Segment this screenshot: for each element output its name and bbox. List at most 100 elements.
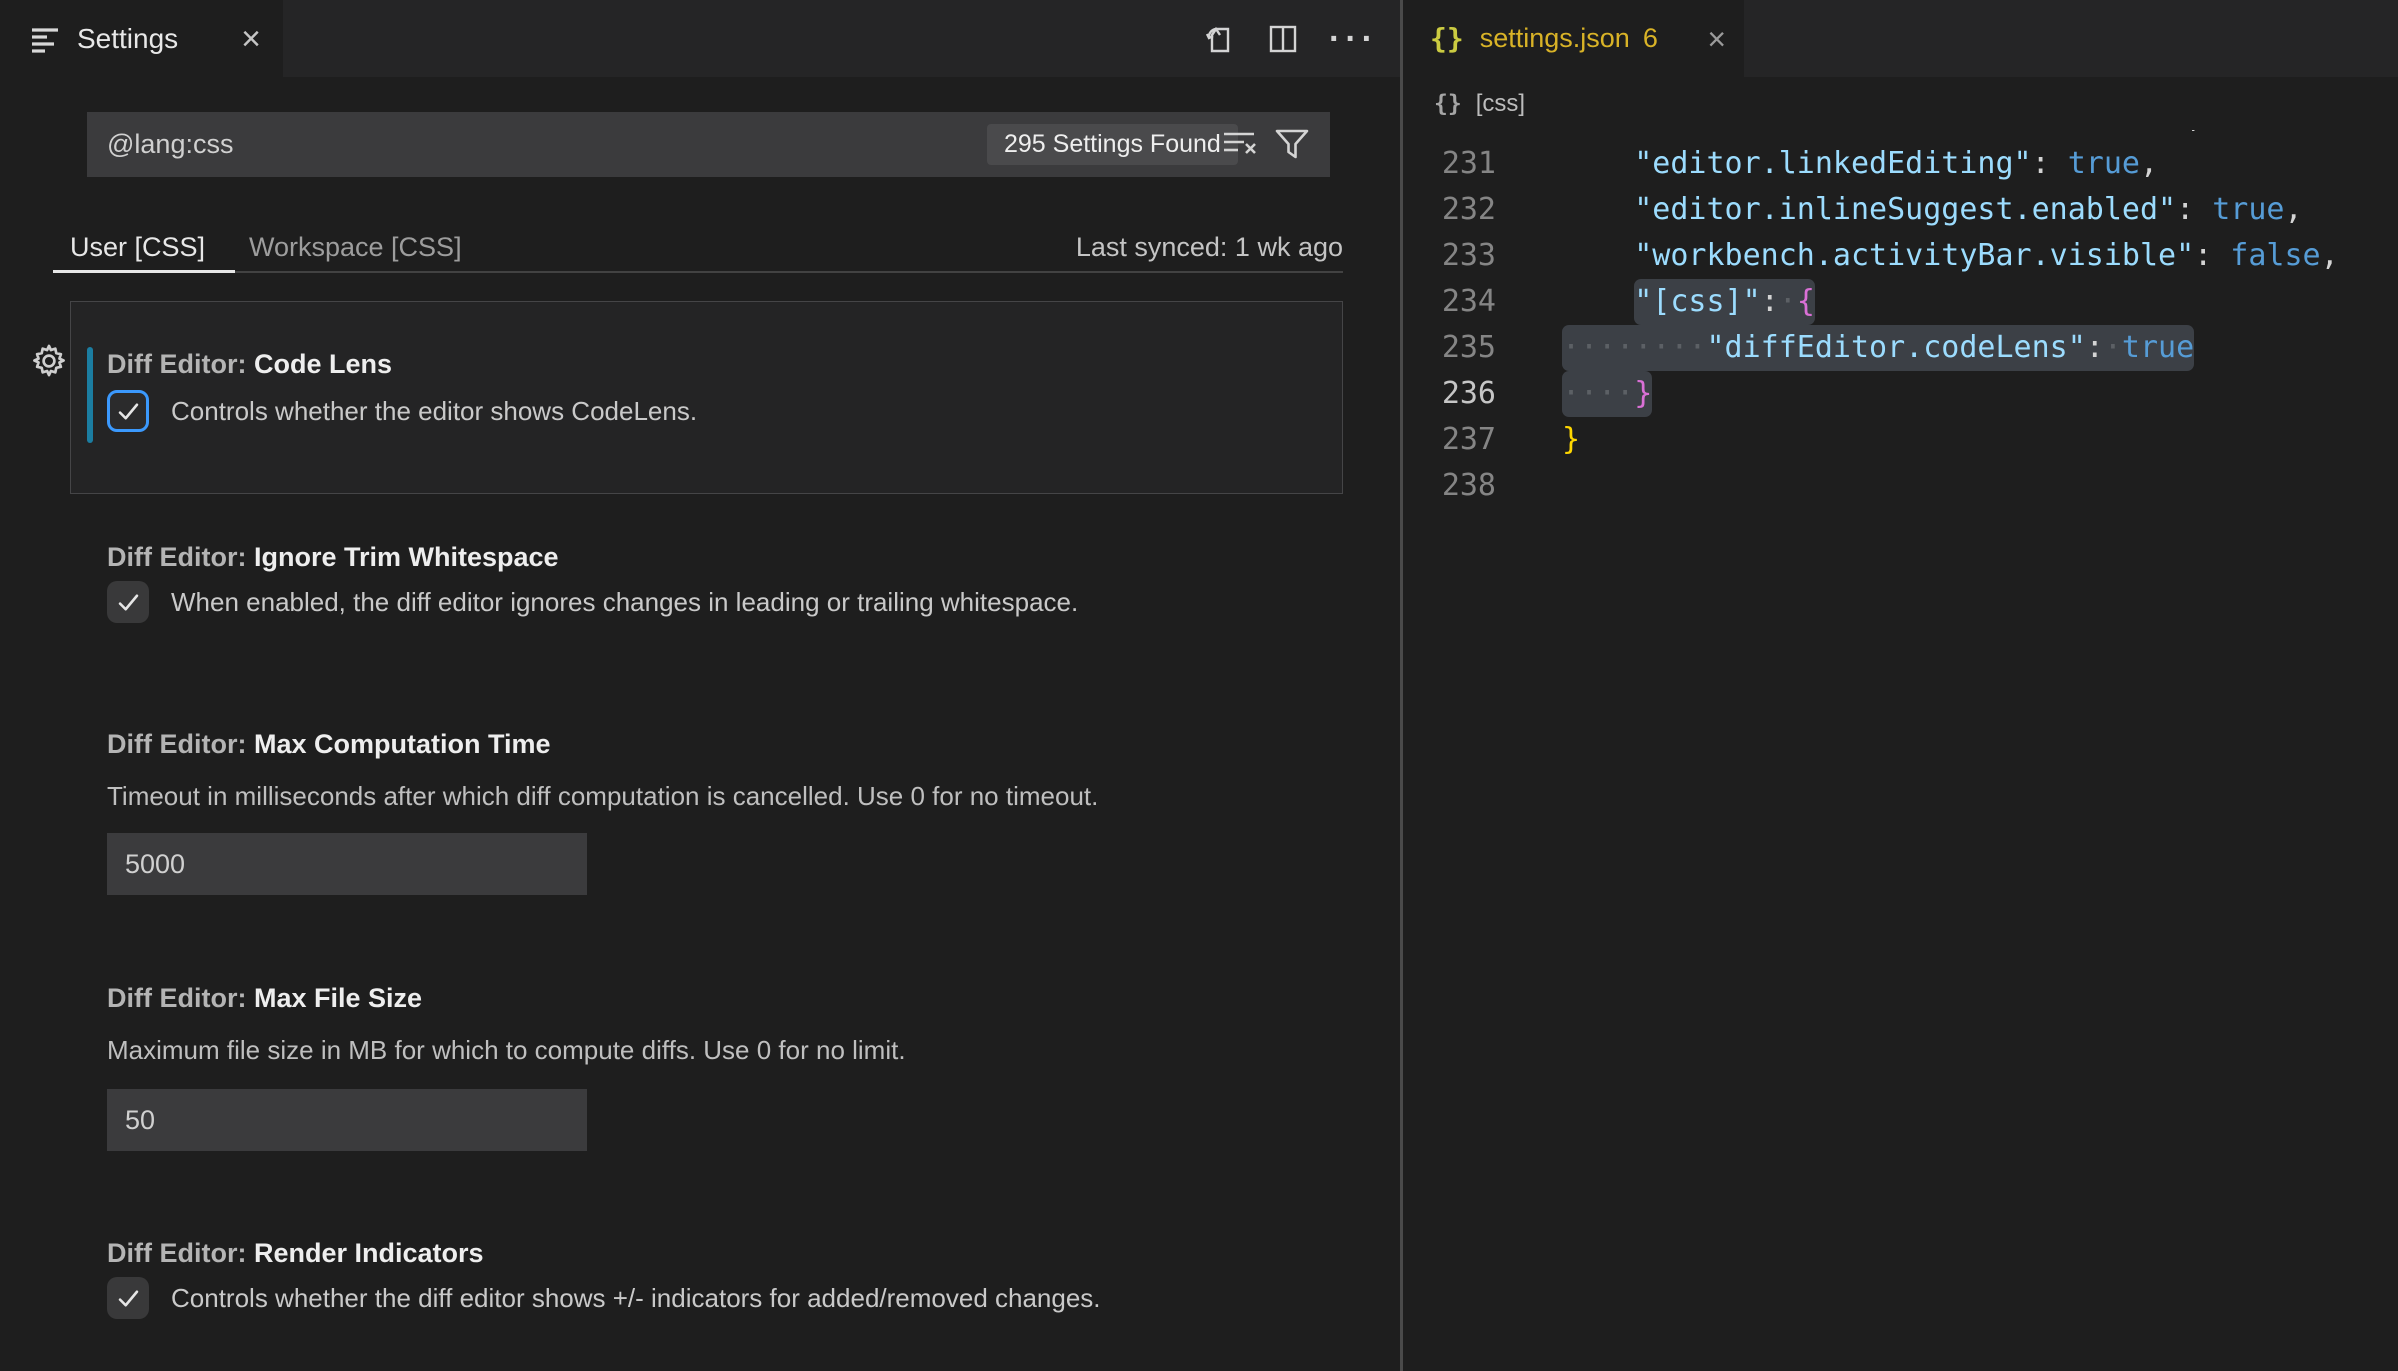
setting-category: Diff Editor: — [107, 349, 254, 379]
close-settings-tab-icon[interactable]: × — [241, 22, 261, 56]
editor-group-sash[interactable] — [1400, 0, 1403, 1371]
code-token-punct: : — [1761, 284, 1779, 319]
code-token-punct: : — [2032, 146, 2068, 181]
code-token-dots: · — [2104, 330, 2122, 365]
setting-label: Ignore Trim Whitespace — [254, 542, 559, 572]
line-number: 236 — [1403, 371, 1496, 417]
json-file-icon: {} — [1430, 22, 1464, 55]
code-line[interactable]: 231 "editor.linkedEditing": true, — [1403, 141, 2398, 187]
code-line[interactable]: 238 — [1403, 463, 2398, 509]
clear-search-icon[interactable] — [1222, 127, 1258, 161]
line-number: 231 — [1403, 141, 1496, 187]
code-token-ws — [1562, 146, 1634, 181]
json-symbol-icon: {} — [1434, 91, 1462, 117]
setting-title: Diff Editor: Render Indicators — [107, 1236, 484, 1270]
code-line[interactable]: 233 "workbench.activityBar.visible": fal… — [1403, 233, 2398, 279]
code-line[interactable]: 236 ····} — [1403, 371, 2398, 417]
close-json-tab-icon[interactable]: × — [1707, 23, 1726, 55]
right-tab-bar: {} settings.json 6 × — [1403, 0, 2398, 77]
scope-tabs-divider — [53, 271, 1343, 273]
code-line[interactable]: 235 ········"diffEditor.codeLens":·true — [1403, 325, 2398, 371]
code-line-content: "editor.inlineSuggest.enabled": true, — [1562, 187, 2303, 233]
check-icon — [115, 589, 142, 616]
json-editor-group: ,231 "editor.linkedEditing": true,232 "e… — [1403, 0, 2398, 1371]
code-token-key: "workbench.activityBar.visible" — [1634, 238, 2194, 273]
setting-title: Diff Editor: Max File Size — [107, 981, 422, 1015]
code-line-content: "workbench.activityBar.visible": false, — [1562, 233, 2339, 279]
code-line-content: ········"diffEditor.codeLens":·true — [1562, 325, 2194, 371]
code-token-bool: true — [2068, 146, 2140, 181]
editor-toolbar: ··· — [1203, 0, 1378, 77]
code-token-brace2: { — [1797, 284, 1815, 319]
setting-category: Diff Editor: — [107, 729, 254, 759]
code-token-bool: false — [2230, 238, 2320, 273]
setting-category: Diff Editor: — [107, 1238, 254, 1268]
code-token-bool: true — [2122, 330, 2194, 365]
setting-checkbox[interactable] — [107, 1277, 149, 1319]
active-scope-underline — [53, 270, 235, 273]
code-token-dots: · — [1779, 284, 1797, 319]
more-actions-icon[interactable]: ··· — [1329, 29, 1378, 49]
line-number: 238 — [1403, 463, 1496, 509]
line-number: 232 — [1403, 187, 1496, 233]
tab-user-css[interactable]: User [CSS] — [70, 224, 205, 270]
line-number: 234 — [1403, 279, 1496, 325]
split-editor-icon[interactable] — [1267, 23, 1299, 55]
setting-description: Maximum file size in MB for which to com… — [107, 1033, 906, 1067]
setting-checkbox-row: Controls whether the editor shows CodeLe… — [107, 390, 697, 432]
selection-highlight: ····} — [1562, 371, 1652, 417]
open-settings-json-icon[interactable] — [1203, 22, 1237, 56]
code-line[interactable]: 232 "editor.inlineSuggest.enabled": true… — [1403, 187, 2398, 233]
code-token-ws — [1562, 284, 1634, 319]
setting-value-input[interactable] — [107, 833, 587, 895]
line-number: 235 — [1403, 325, 1496, 371]
code-token-key: "editor.inlineSuggest.enabled" — [1634, 192, 2176, 227]
tab-settings-json[interactable]: {} settings.json 6 × — [1403, 0, 1744, 77]
left-tab-bar: Settings × · — [0, 0, 1400, 77]
code-line[interactable]: 234 "[css]":·{ — [1403, 279, 2398, 325]
tab-settings-json-label: settings.json — [1480, 23, 1630, 54]
code-line-content: "[css]":·{ — [1562, 279, 1815, 325]
breadcrumb-segment[interactable]: [css] — [1476, 90, 1525, 118]
problems-count-badge: 6 — [1643, 23, 1658, 54]
code-token-dots: ···· — [1562, 376, 1634, 411]
setting-label: Max Computation Time — [254, 729, 551, 759]
code-editor[interactable]: ,231 "editor.linkedEditing": true,232 "e… — [1403, 0, 2398, 1371]
setting-gear-icon[interactable] — [30, 342, 68, 380]
setting-title: Diff Editor: Code Lens — [107, 347, 392, 381]
modified-indicator-bar — [87, 347, 93, 443]
settings-editor-group: Settings × · — [0, 0, 1400, 1371]
setting-checkbox-row: Controls whether the diff editor shows +… — [107, 1277, 1101, 1319]
selection-highlight: "[css]":·{ — [1634, 279, 1815, 325]
setting-value-input[interactable] — [107, 1089, 587, 1151]
code-token-punct: , — [2321, 238, 2339, 273]
check-icon — [115, 398, 142, 425]
vscode-window: Settings × · — [0, 0, 2398, 1371]
setting-category: Diff Editor: — [107, 542, 254, 572]
code-token-dots: ········ — [1562, 330, 1707, 365]
line-number: 233 — [1403, 233, 1496, 279]
setting-checkbox[interactable] — [107, 581, 149, 623]
code-line[interactable]: 237} — [1403, 417, 2398, 463]
filter-icon[interactable] — [1274, 127, 1310, 161]
setting-description: Controls whether the editor shows CodeLe… — [171, 396, 697, 427]
setting-label: Render Indicators — [254, 1238, 484, 1268]
tab-workspace-css[interactable]: Workspace [CSS] — [249, 224, 462, 270]
setting-label: Max File Size — [254, 983, 422, 1013]
settings-count-badge: 295 Settings Found — [987, 124, 1238, 165]
search-query-text: @lang:css — [107, 112, 233, 177]
code-token-key: "[css]" — [1634, 284, 1760, 319]
code-token-punct: : — [2086, 330, 2104, 365]
code-token-key: "diffEditor.codeLens" — [1707, 330, 2086, 365]
setting-checkbox-row: When enabled, the diff editor ignores ch… — [107, 581, 1078, 623]
tab-settings-label: Settings — [77, 23, 178, 55]
tab-settings[interactable]: Settings × — [0, 0, 283, 77]
code-token-punct: , — [2284, 192, 2302, 227]
settings-search-input[interactable]: @lang:css 295 Settings Found — [87, 112, 1330, 177]
setting-checkbox[interactable] — [107, 390, 149, 432]
code-line-content: "editor.linkedEditing": true, — [1562, 141, 2158, 187]
code-token-bool: true — [2212, 192, 2284, 227]
setting-title: Diff Editor: Max Computation Time — [107, 727, 551, 761]
code-token-punct: : — [2194, 238, 2230, 273]
setting-description: When enabled, the diff editor ignores ch… — [171, 587, 1078, 618]
